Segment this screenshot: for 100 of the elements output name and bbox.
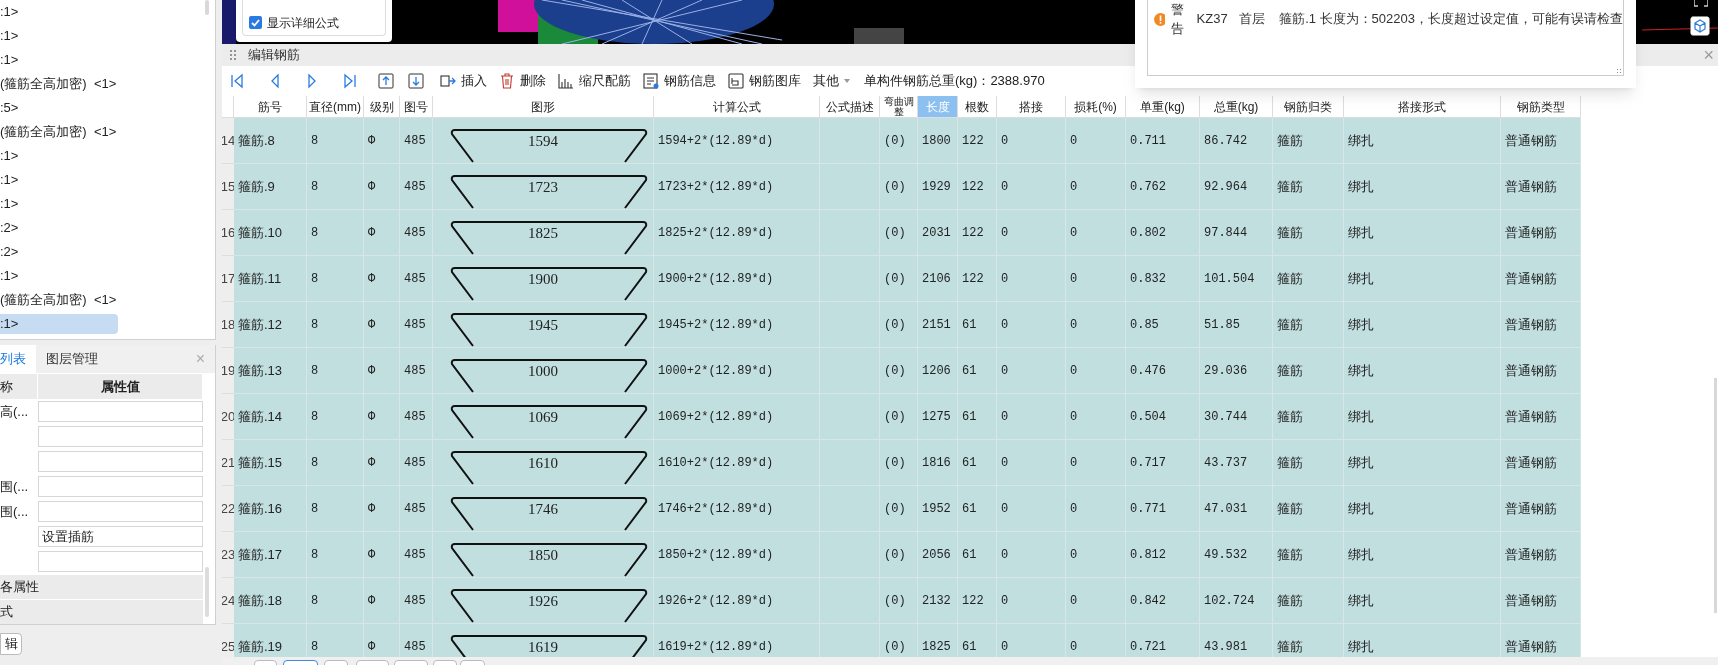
column-header[interactable]: 公式描述 <box>820 96 880 118</box>
table-cell: 箍筋 <box>1273 118 1344 164</box>
column-header[interactable]: 钢筋类型 <box>1501 96 1581 118</box>
table-cell: 102.724 <box>1200 578 1273 624</box>
checkbox-label: 显示详细公式 <box>267 14 339 32</box>
column-header[interactable]: 钢筋归类 <box>1273 96 1344 118</box>
table-cell: 箍筋.11 <box>234 256 307 302</box>
tree-item[interactable]: :1> <box>0 170 118 190</box>
shape-length: 1945 <box>528 316 558 334</box>
tree-item[interactable]: :1> <box>0 2 118 22</box>
toolbar-button[interactable]: 钢筋信息 <box>641 70 718 92</box>
checkbox[interactable] <box>249 16 262 29</box>
tree-item[interactable]: :2> <box>0 242 118 262</box>
edit-button[interactable]: 辑 <box>0 633 22 655</box>
column-header[interactable]: 筋号 <box>234 96 307 118</box>
table-cell: 485 <box>400 624 433 657</box>
table-cell: 箍筋 <box>1273 256 1344 302</box>
scrollbar-thumb[interactable] <box>205 567 209 617</box>
column-header[interactable]: 单重(kg) <box>1126 96 1200 118</box>
scrollbar-thumb[interactable] <box>205 0 209 15</box>
tree-item[interactable]: :1> <box>0 26 118 46</box>
fullscreen-icon[interactable] <box>1694 0 1708 10</box>
tree-item[interactable]: :5> <box>0 98 118 118</box>
table-cell: 1723+2*(12.89*d) <box>654 164 820 210</box>
toolbar-button[interactable]: 钢筋图库 <box>726 70 803 92</box>
last-button[interactable] <box>341 73 357 89</box>
table-cell: Φ <box>364 486 400 532</box>
table-cell: 箍筋.9 <box>234 164 307 210</box>
table-cell: 1825+2*(12.89*d) <box>654 210 820 256</box>
column-header[interactable]: 图号 <box>400 96 433 118</box>
tree-item[interactable]: :1> <box>0 266 118 286</box>
shape-length: 1610 <box>528 454 558 472</box>
value-field[interactable] <box>38 476 203 497</box>
column-header[interactable]: 搭接 <box>997 96 1066 118</box>
tree-item[interactable]: (箍筋全高加密) <1> <box>0 122 118 142</box>
table-cell: 绑扎 <box>1344 164 1501 210</box>
table-cell: 29.036 <box>1200 348 1273 394</box>
tree-item[interactable]: :1> <box>0 50 118 70</box>
table-cell: 122 <box>958 256 997 302</box>
tree-item[interactable]: :1> <box>0 146 118 166</box>
table-cell: 0.85 <box>1126 302 1200 348</box>
tree-item[interactable]: :1> <box>0 194 118 214</box>
table-cell: 绑扎 <box>1344 348 1501 394</box>
scrollbar-thumb[interactable] <box>1714 378 1717 613</box>
first-button[interactable] <box>230 73 246 89</box>
table-cell: 8 <box>307 532 364 578</box>
property-name: 围(... <box>0 477 29 496</box>
column-header[interactable]: 计算公式 <box>654 96 820 118</box>
table-cell: 61 <box>958 624 997 657</box>
column-header[interactable]: 弯曲调整 <box>880 96 918 118</box>
table-cell: 绑扎 <box>1344 302 1501 348</box>
tree-item[interactable]: (箍筋全高加密) <1> <box>0 74 118 94</box>
table-cell: Φ <box>364 164 400 210</box>
table-cell: 0 <box>1066 440 1126 486</box>
column-header[interactable]: 直径(mm) <box>307 96 364 118</box>
table-cell: 0 <box>997 164 1066 210</box>
table-cell: 0 <box>997 624 1066 657</box>
table-cell: 0 <box>1066 578 1126 624</box>
value-field[interactable] <box>38 501 203 522</box>
table-cell: 485 <box>400 486 433 532</box>
toolbar-button[interactable]: 插入 <box>438 70 489 92</box>
table-cell: 普通钢筋 <box>1501 624 1581 657</box>
drag-handle-icon[interactable] <box>230 50 236 60</box>
tree-item[interactable]: (箍筋全高加密) <1> <box>0 290 118 310</box>
column-header[interactable]: 搭接形式 <box>1344 96 1501 118</box>
table-cell: 8 <box>307 118 364 164</box>
tree-item[interactable]: :1> <box>0 314 118 334</box>
table-cell: 1594+2*(12.89*d) <box>654 118 820 164</box>
tree-item[interactable]: :2> <box>0 218 118 238</box>
property-group[interactable]: 式 <box>0 600 203 624</box>
property-group[interactable]: 各属性 <box>0 575 203 599</box>
column-header[interactable]: 损耗(%) <box>1066 96 1126 118</box>
move-down-button[interactable] <box>408 73 424 89</box>
table-cell: 47.031 <box>1200 486 1273 532</box>
panel-tab[interactable]: 列表 <box>0 345 36 373</box>
table-cell: Φ <box>364 624 400 657</box>
table-cell: 485 <box>400 256 433 302</box>
column-header[interactable]: 图形 <box>433 96 654 118</box>
trash-icon <box>499 73 515 89</box>
toolbar-button[interactable]: 删除 <box>497 70 548 92</box>
move-up-button[interactable] <box>378 73 394 89</box>
table-cell: 61 <box>958 302 997 348</box>
column-header[interactable]: 总重(kg) <box>1200 96 1273 118</box>
table-cell: 51.85 <box>1200 302 1273 348</box>
value-field[interactable]: 设置插筋 <box>38 526 203 547</box>
table-cell: 1000+2*(12.89*d) <box>654 348 820 394</box>
column-header[interactable]: 根数 <box>958 96 997 118</box>
panel-tab[interactable]: 图层管理 <box>36 345 108 373</box>
value-field[interactable] <box>38 401 203 422</box>
table-cell: 普通钢筋 <box>1501 532 1581 578</box>
dropdown-button[interactable]: 其他 <box>811 70 852 92</box>
value-field[interactable] <box>38 426 203 447</box>
table-cell: 0 <box>1066 532 1126 578</box>
value-field[interactable] <box>38 451 203 472</box>
table-cell: 8 <box>307 210 364 256</box>
table-cell: 普通钢筋 <box>1501 256 1581 302</box>
warning-message: 箍筋.1 长度为：502203，长度超过设定值，可能有误请检查 <box>1279 10 1623 29</box>
toolbar-button[interactable]: 缩尺配筋 <box>556 70 633 92</box>
column-header[interactable]: 级别 <box>364 96 400 118</box>
value-field[interactable] <box>38 551 203 572</box>
